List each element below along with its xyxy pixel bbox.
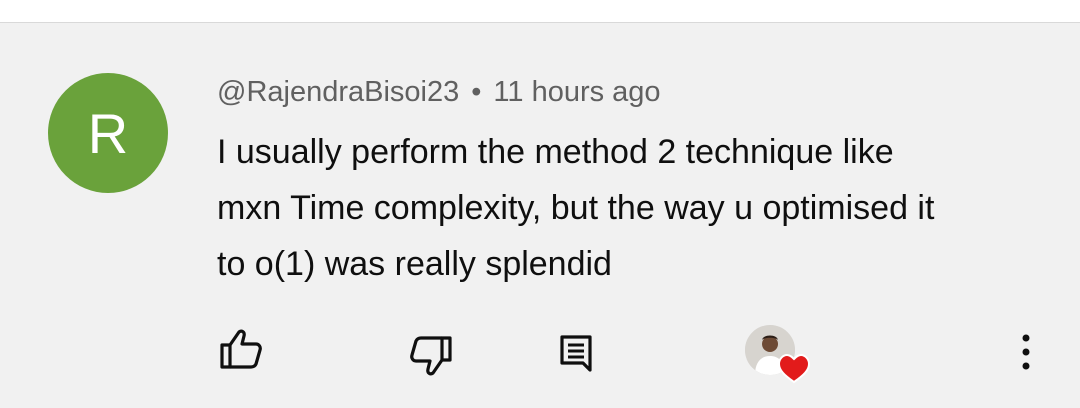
author-name[interactable]: @RajendraBisoi23	[217, 76, 459, 108]
reply-comment-icon	[560, 335, 592, 372]
creator-heart-badge	[745, 325, 813, 387]
comment-meta: @RajendraBisoi23 • 11 hours ago	[217, 74, 661, 110]
top-divider-strip	[0, 0, 1080, 23]
like-button[interactable]	[212, 323, 268, 375]
meta-separator: •	[471, 76, 482, 108]
avatar[interactable]: R	[48, 73, 168, 193]
more-vertical-icon	[1022, 334, 1030, 370]
avatar-letter: R	[87, 101, 129, 165]
comment-line: mxn Time complexity, but the way u optim…	[217, 189, 935, 227]
comment-line: I usually perform the method 2 technique…	[217, 133, 894, 171]
thumb-down-icon	[410, 336, 452, 376]
heart-icon	[778, 354, 810, 384]
more-options-button[interactable]	[1008, 330, 1044, 374]
thumb-up-icon	[220, 329, 262, 369]
comment-timestamp[interactable]: 11 hours ago	[493, 76, 660, 108]
comment-line: to o(1) was really splendid	[217, 245, 612, 283]
reply-button[interactable]	[550, 328, 602, 378]
comment-text: I usually perform the method 2 technique…	[217, 124, 1047, 292]
dislike-button[interactable]	[404, 330, 460, 382]
